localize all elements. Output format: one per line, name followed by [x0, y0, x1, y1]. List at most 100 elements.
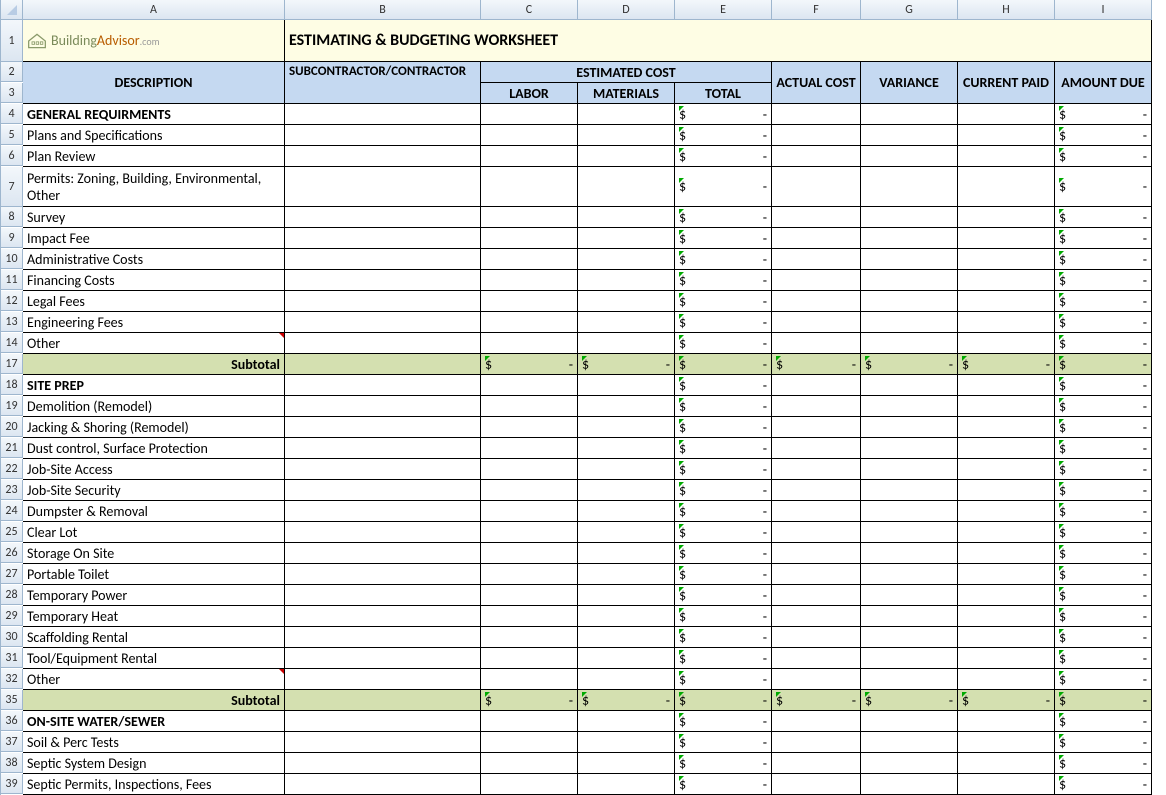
- cell[interactable]: [285, 146, 481, 167]
- row-header[interactable]: 13: [1, 312, 23, 332]
- cell[interactable]: [958, 480, 1055, 501]
- row-header[interactable]: 23: [1, 480, 23, 500]
- cell[interactable]: [958, 774, 1055, 795]
- cell[interactable]: [861, 167, 958, 207]
- total-cell[interactable]: $-: [675, 291, 772, 312]
- cell[interactable]: [861, 270, 958, 291]
- total-cell[interactable]: $-: [675, 753, 772, 774]
- cell[interactable]: [285, 291, 481, 312]
- desc-cell[interactable]: Dumpster & Removal: [23, 501, 285, 522]
- cell[interactable]: [578, 564, 675, 585]
- total-cell[interactable]: $-: [675, 333, 772, 354]
- row-header[interactable]: 10: [1, 249, 23, 269]
- cell[interactable]: [578, 146, 675, 167]
- due-cell[interactable]: $-: [1055, 249, 1152, 270]
- cell[interactable]: [772, 104, 861, 125]
- cell[interactable]: [481, 459, 578, 480]
- cell[interactable]: [578, 459, 675, 480]
- due-cell[interactable]: $-: [1055, 104, 1152, 125]
- due-cell[interactable]: $-: [1055, 375, 1152, 396]
- cell[interactable]: [772, 627, 861, 648]
- due-cell[interactable]: $-: [1055, 396, 1152, 417]
- due-cell[interactable]: $-: [1055, 291, 1152, 312]
- subtotal-g[interactable]: $-: [861, 690, 958, 711]
- cell[interactable]: [285, 333, 481, 354]
- cell[interactable]: [481, 753, 578, 774]
- cell[interactable]: [772, 543, 861, 564]
- cell[interactable]: [772, 333, 861, 354]
- cell[interactable]: [772, 711, 861, 732]
- column-header-I[interactable]: I: [1055, 0, 1152, 20]
- select-all-corner[interactable]: [1, 0, 23, 20]
- cell[interactable]: [578, 249, 675, 270]
- cell[interactable]: [772, 732, 861, 753]
- due-cell[interactable]: $-: [1055, 711, 1152, 732]
- cell[interactable]: [285, 270, 481, 291]
- column-header-A[interactable]: A: [23, 0, 285, 20]
- cell[interactable]: [481, 648, 578, 669]
- cell[interactable]: [285, 564, 481, 585]
- due-cell[interactable]: $-: [1055, 125, 1152, 146]
- row-header[interactable]: 36: [1, 711, 23, 731]
- desc-cell[interactable]: Financing Costs: [23, 270, 285, 291]
- desc-cell[interactable]: Other: [23, 333, 285, 354]
- desc-cell[interactable]: GENERAL REQUIRMENTS: [23, 104, 285, 125]
- cell[interactable]: [578, 375, 675, 396]
- cell[interactable]: [481, 104, 578, 125]
- total-cell[interactable]: $-: [675, 522, 772, 543]
- total-cell[interactable]: $-: [675, 167, 772, 207]
- row-header[interactable]: 21: [1, 438, 23, 458]
- subtotal-i[interactable]: $-: [1055, 690, 1152, 711]
- desc-cell[interactable]: Demolition (Remodel): [23, 396, 285, 417]
- row-header[interactable]: 19: [1, 396, 23, 416]
- row-header[interactable]: 3: [1, 83, 23, 103]
- total-cell[interactable]: $-: [675, 564, 772, 585]
- subtotal-f[interactable]: $-: [772, 690, 861, 711]
- desc-cell[interactable]: Survey: [23, 207, 285, 228]
- total-cell[interactable]: $-: [675, 459, 772, 480]
- row-header[interactable]: 37: [1, 732, 23, 752]
- cell[interactable]: [958, 333, 1055, 354]
- cell[interactable]: [285, 354, 481, 375]
- cell[interactable]: [481, 480, 578, 501]
- total-cell[interactable]: $-: [675, 711, 772, 732]
- cell[interactable]: [285, 207, 481, 228]
- desc-cell[interactable]: Temporary Heat: [23, 606, 285, 627]
- cell[interactable]: [285, 774, 481, 795]
- column-header-F[interactable]: F: [772, 0, 861, 20]
- desc-cell[interactable]: Permits: Zoning, Building, Environmental…: [23, 167, 285, 207]
- cell[interactable]: [481, 167, 578, 207]
- due-cell[interactable]: $-: [1055, 732, 1152, 753]
- cell[interactable]: [481, 125, 578, 146]
- cell[interactable]: [285, 585, 481, 606]
- cell[interactable]: [578, 396, 675, 417]
- column-header-C[interactable]: C: [481, 0, 578, 20]
- due-cell[interactable]: $-: [1055, 459, 1152, 480]
- cell[interactable]: [861, 125, 958, 146]
- cell[interactable]: [578, 291, 675, 312]
- cell[interactable]: [861, 774, 958, 795]
- cell[interactable]: [285, 228, 481, 249]
- cell[interactable]: [772, 125, 861, 146]
- row-header[interactable]: 26: [1, 543, 23, 563]
- cell[interactable]: [481, 249, 578, 270]
- cell[interactable]: [958, 459, 1055, 480]
- cell[interactable]: [958, 648, 1055, 669]
- row-header[interactable]: 28: [1, 585, 23, 605]
- cell[interactable]: [958, 125, 1055, 146]
- desc-cell[interactable]: Jacking & Shoring (Remodel): [23, 417, 285, 438]
- subtotal-e[interactable]: $-: [675, 690, 772, 711]
- row-header[interactable]: 18: [1, 375, 23, 395]
- cell[interactable]: [861, 459, 958, 480]
- cell[interactable]: [958, 146, 1055, 167]
- cell[interactable]: [772, 167, 861, 207]
- cell[interactable]: [481, 375, 578, 396]
- row-header[interactable]: 14: [1, 333, 23, 353]
- subtotal-d[interactable]: $-: [578, 690, 675, 711]
- subtotal-h[interactable]: $-: [958, 690, 1055, 711]
- due-cell[interactable]: $-: [1055, 501, 1152, 522]
- total-cell[interactable]: $-: [675, 648, 772, 669]
- cell[interactable]: [958, 375, 1055, 396]
- row-header[interactable]: 12: [1, 291, 23, 311]
- row-header[interactable]: 31: [1, 648, 23, 668]
